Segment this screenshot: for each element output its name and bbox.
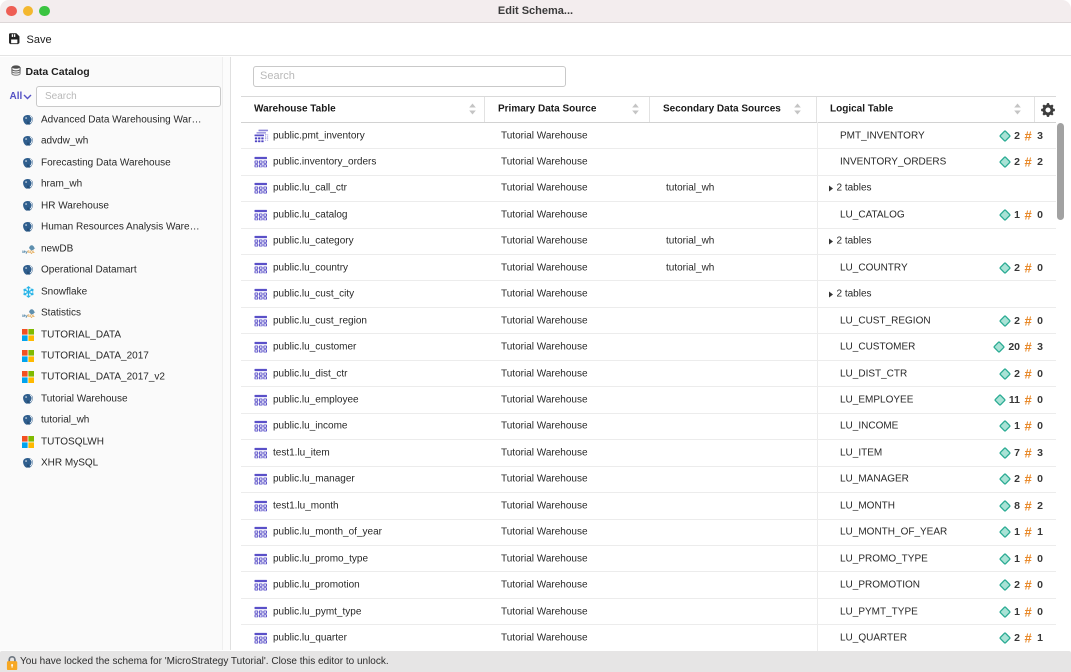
svg-text:SQL: SQL (27, 250, 35, 254)
svg-text:SQL: SQL (27, 314, 35, 318)
